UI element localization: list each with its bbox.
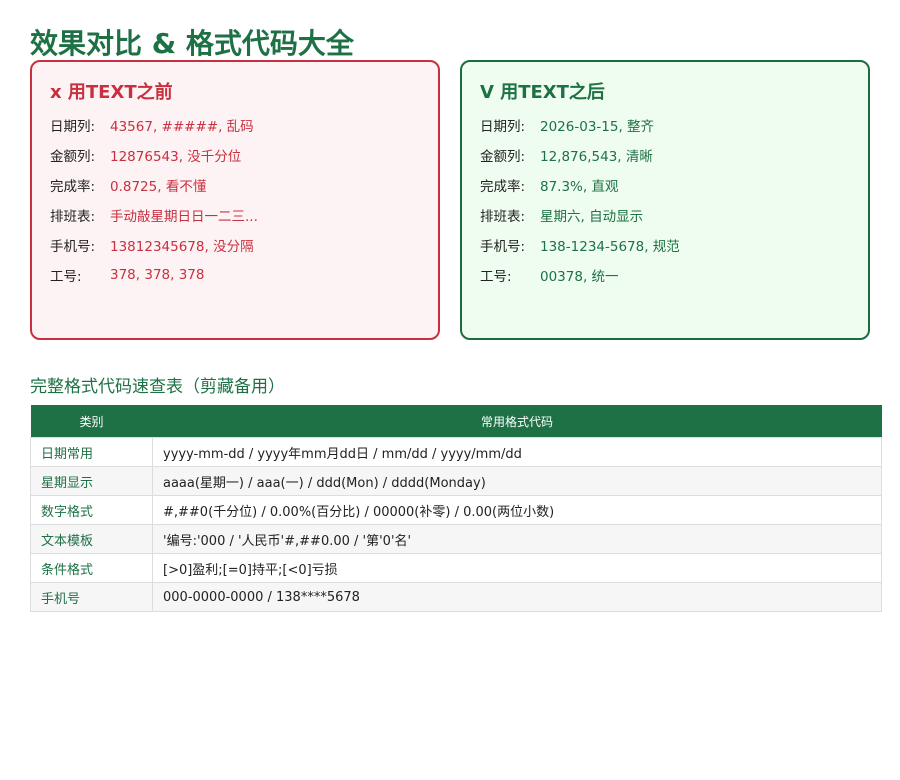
category-cell: 日期常用 <box>30 437 153 467</box>
after-rows: 日期列: 2026-03-15, 整齐 金额列: 12,876,543, 清晰 … <box>480 110 680 290</box>
row-label: 工号: <box>480 269 512 285</box>
row-value: 星期六, 自动显示 <box>540 209 644 225</box>
category-cell: 数字格式 <box>30 495 153 525</box>
code-cell: #,##0(千分位) / 0.00%(百分比) / 00000(补零) / 0.… <box>152 495 882 525</box>
row-value: 手动敲星期日日一二三... <box>110 209 258 225</box>
after-row: 工号: 00378, 统一 <box>480 260 680 290</box>
category-cell: 手机号 <box>30 582 153 612</box>
table-row: 数字格式 #,##0(千分位) / 0.00%(百分比) / 00000(补零)… <box>30 495 882 525</box>
after-row: 排班表: 星期六, 自动显示 <box>480 200 680 230</box>
row-label: 金额列: <box>50 149 96 165</box>
after-row: 金额列: 12,876,543, 清晰 <box>480 140 680 170</box>
header-code: 常用格式代码 <box>152 405 882 438</box>
before-row: 工号: 378, 378, 378 <box>50 260 258 290</box>
before-row: 日期列: 43567, #####, 乱码 <box>50 110 258 140</box>
before-row: 排班表: 手动敲星期日日一二三... <box>50 200 258 230</box>
row-label: 手机号: <box>50 239 96 255</box>
before-panel: x 用TEXT之前 日期列: 43567, #####, 乱码 金额列: 128… <box>30 60 440 340</box>
row-value: 2026-03-15, 整齐 <box>540 119 655 135</box>
table-header-row: 类别 常用格式代码 <box>30 405 882 438</box>
row-label: 排班表: <box>480 209 526 225</box>
category-cell: 星期显示 <box>30 466 153 496</box>
after-row: 手机号: 138-1234-5678, 规范 <box>480 230 680 260</box>
row-value: 13812345678, 没分隔 <box>110 239 254 255</box>
table-row: 日期常用 yyyy-mm-dd / yyyy年mm月dd日 / mm/dd / … <box>30 437 882 467</box>
table-row: 星期显示 aaaa(星期一) / aaa(一) / ddd(Mon) / ddd… <box>30 466 882 496</box>
row-label: 手机号: <box>480 239 526 255</box>
row-label: 排班表: <box>50 209 96 225</box>
row-value: 43567, #####, 乱码 <box>110 119 254 135</box>
row-value: 138-1234-5678, 规范 <box>540 239 680 255</box>
table-row: 条件格式 [>0]盈利;[=0]持平;[<0]亏损 <box>30 553 882 583</box>
table-row: 手机号 000-0000-0000 / 138****5678 <box>30 582 882 612</box>
row-value: 87.3%, 直观 <box>540 179 619 195</box>
code-cell: aaaa(星期一) / aaa(一) / ddd(Mon) / dddd(Mon… <box>152 466 882 496</box>
row-value: 00378, 统一 <box>540 269 619 285</box>
table-row: 文本模板 '编号:'000 / '人民币'#,##0.00 / '第'0'名' <box>30 524 882 554</box>
before-rows: 日期列: 43567, #####, 乱码 金额列: 12876543, 没千分… <box>50 110 258 290</box>
after-row: 日期列: 2026-03-15, 整齐 <box>480 110 680 140</box>
header-category: 类别 <box>30 405 153 438</box>
page-title: 效果对比 & 格式代码大全 <box>30 27 354 60</box>
category-cell: 文本模板 <box>30 524 153 554</box>
before-row: 金额列: 12876543, 没千分位 <box>50 140 258 170</box>
after-heading: V 用TEXT之后 <box>480 82 605 103</box>
row-value: 12,876,543, 清晰 <box>540 149 653 165</box>
before-row: 手机号: 13812345678, 没分隔 <box>50 230 258 260</box>
row-value: 12876543, 没千分位 <box>110 149 242 165</box>
row-label: 完成率: <box>480 179 526 195</box>
category-cell: 条件格式 <box>30 553 153 583</box>
before-heading: x 用TEXT之前 <box>50 82 173 103</box>
row-value: 378, 378, 378 <box>110 267 205 283</box>
code-cell: '编号:'000 / '人民币'#,##0.00 / '第'0'名' <box>152 524 882 554</box>
code-cell: 000-0000-0000 / 138****5678 <box>152 582 882 612</box>
reference-title: 完整格式代码速查表（剪藏备用） <box>30 377 285 397</box>
row-label: 金额列: <box>480 149 526 165</box>
row-value: 0.8725, 看不懂 <box>110 179 207 195</box>
row-label: 日期列: <box>50 119 96 135</box>
code-cell: [>0]盈利;[=0]持平;[<0]亏损 <box>152 553 882 583</box>
format-code-table: 类别 常用格式代码 日期常用 yyyy-mm-dd / yyyy年mm月dd日 … <box>30 405 882 612</box>
after-row: 完成率: 87.3%, 直观 <box>480 170 680 200</box>
code-cell: yyyy-mm-dd / yyyy年mm月dd日 / mm/dd / yyyy/… <box>152 437 882 467</box>
before-row: 完成率: 0.8725, 看不懂 <box>50 170 258 200</box>
row-label: 完成率: <box>50 179 96 195</box>
after-panel: V 用TEXT之后 日期列: 2026-03-15, 整齐 金额列: 12,87… <box>460 60 870 340</box>
row-label: 工号: <box>50 269 82 285</box>
row-label: 日期列: <box>480 119 526 135</box>
